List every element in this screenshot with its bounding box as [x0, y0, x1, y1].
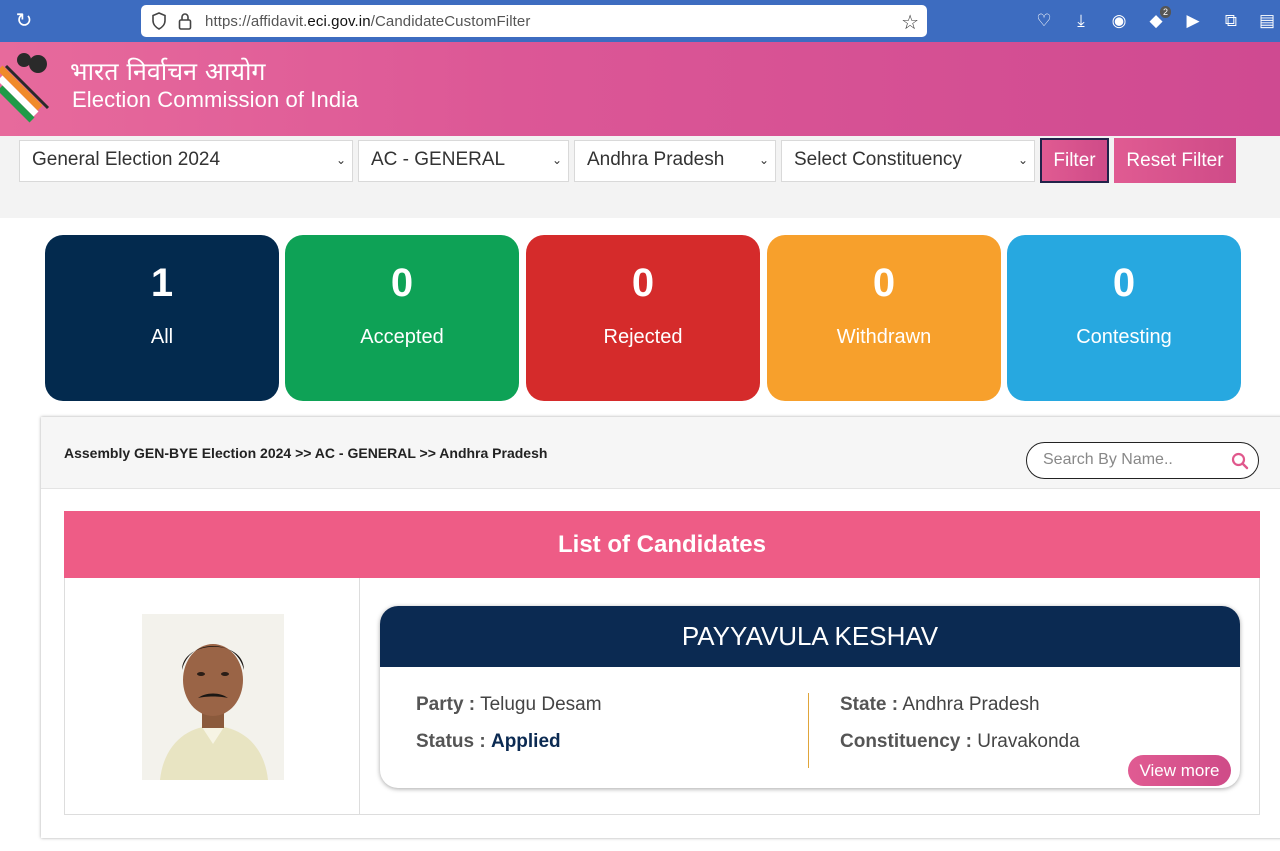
lock-icon[interactable]: [178, 12, 192, 30]
extensions-icon[interactable]: ⧉: [1220, 10, 1242, 32]
election-select-value: General Election 2024: [32, 149, 221, 170]
state-field: State : Andhra Pradesh: [840, 694, 1040, 716]
url-text[interactable]: https://affidavit.eci.gov.in/CandidateCu…: [205, 13, 530, 30]
tracking-shield-icon[interactable]: [151, 12, 167, 30]
chevron-down-icon: ⌄: [335, 153, 346, 167]
candidate-name: PAYYAVULA KESHAV: [380, 606, 1240, 667]
candidate-photo: [142, 614, 284, 780]
video-extension-icon[interactable]: ▶: [1182, 10, 1204, 32]
stat-tile-contesting[interactable]: 0 Contesting: [1007, 235, 1241, 401]
chevron-down-icon: ⌄: [551, 153, 562, 167]
stat-tile-withdrawn[interactable]: 0 Withdrawn: [767, 235, 1001, 401]
stat-tile-all[interactable]: 1 All: [45, 235, 279, 401]
election-select[interactable]: General Election 2024 ⌄: [19, 140, 353, 182]
search-input[interactable]: Search By Name..: [1026, 442, 1259, 479]
party-value: Telugu Desam: [480, 694, 602, 715]
party-label: Party :: [416, 694, 476, 715]
state-select-value: Andhra Pradesh: [587, 149, 725, 170]
stat-count: 0: [390, 261, 414, 305]
extension-badge: 2: [1159, 6, 1171, 18]
constituency-value: Uravakonda: [977, 731, 1080, 752]
results-header: Assembly GEN-BYE Election 2024 >> AC - G…: [41, 417, 1280, 489]
stat-label: Accepted: [360, 326, 444, 348]
divider: [808, 693, 809, 768]
chevron-down-icon: ⌄: [758, 153, 769, 167]
search-placeholder: Search By Name..: [1043, 451, 1173, 468]
election-type-select[interactable]: AC - GENERAL ⌄: [358, 140, 569, 182]
constituency-select-value: Select Constituency: [794, 149, 962, 170]
election-type-select-value: AC - GENERAL: [371, 149, 506, 170]
status-field: Status : Applied: [416, 731, 561, 753]
chevron-down-icon: ⌄: [1017, 153, 1028, 167]
state-select[interactable]: Andhra Pradesh ⌄: [574, 140, 776, 182]
state-label: State :: [840, 694, 899, 715]
stat-label: All: [150, 326, 174, 348]
account-icon[interactable]: ◉: [1108, 10, 1130, 32]
stat-tile-accepted[interactable]: 0 Accepted: [285, 235, 519, 401]
reload-icon[interactable]: ↻: [14, 11, 34, 31]
party-field: Party : Telugu Desam: [416, 694, 602, 716]
stat-label: Contesting: [1076, 326, 1172, 348]
org-name-hindi: भारत निर्वाचन आयोग: [70, 57, 266, 86]
constituency-field: Constituency : Uravakonda: [840, 731, 1080, 753]
results-panel: Assembly GEN-BYE Election 2024 >> AC - G…: [41, 417, 1280, 838]
stat-label: Withdrawn: [836, 326, 932, 348]
stat-count: 0: [631, 261, 655, 305]
stat-count: 0: [1112, 261, 1136, 305]
bookmark-star-icon[interactable]: ☆: [901, 10, 919, 35]
list-title: List of Candidates: [64, 511, 1260, 578]
stat-label: Rejected: [603, 326, 683, 348]
photo-cell: [65, 578, 360, 814]
status-label: Status :: [416, 731, 486, 752]
ublock-extension-icon[interactable]: ◆ 2: [1145, 6, 1171, 32]
org-name-english: Election Commission of India: [72, 87, 359, 112]
eci-logo[interactable]: [0, 48, 60, 128]
status-value: Applied: [490, 731, 561, 752]
browser-toolbar: ↻ https://affidavit.eci.gov.in/Candidate…: [0, 0, 1280, 42]
candidate-row: PAYYAVULA KESHAV Party : Telugu Desam St…: [64, 578, 1260, 815]
site-header: भारत निर्वाचन आयोग Election Commission o…: [0, 42, 1280, 136]
constituency-select[interactable]: Select Constituency ⌄: [781, 140, 1035, 182]
search-icon[interactable]: [1231, 452, 1249, 470]
stat-count: 1: [150, 261, 174, 305]
save-icon[interactable]: ▤: [1256, 10, 1278, 32]
breadcrumb: Assembly GEN-BYE Election 2024 >> AC - G…: [64, 445, 548, 461]
filter-bar: General Election 2024 ⌄ AC - GENERAL ⌄ A…: [0, 136, 1280, 218]
address-bar[interactable]: https://affidavit.eci.gov.in/CandidateCu…: [141, 5, 927, 37]
stat-count: 0: [872, 261, 896, 305]
constituency-label: Constituency :: [840, 731, 972, 752]
pocket-icon[interactable]: ♡: [1033, 10, 1055, 32]
candidate-card: PAYYAVULA KESHAV Party : Telugu Desam St…: [380, 606, 1240, 788]
stat-tile-rejected[interactable]: 0 Rejected: [526, 235, 760, 401]
reset-filter-button[interactable]: Reset Filter: [1114, 138, 1236, 183]
filter-button[interactable]: Filter: [1040, 138, 1109, 183]
view-more-button[interactable]: View more: [1128, 755, 1231, 786]
download-icon[interactable]: ⤓: [1070, 10, 1092, 32]
state-value: Andhra Pradesh: [902, 694, 1040, 715]
